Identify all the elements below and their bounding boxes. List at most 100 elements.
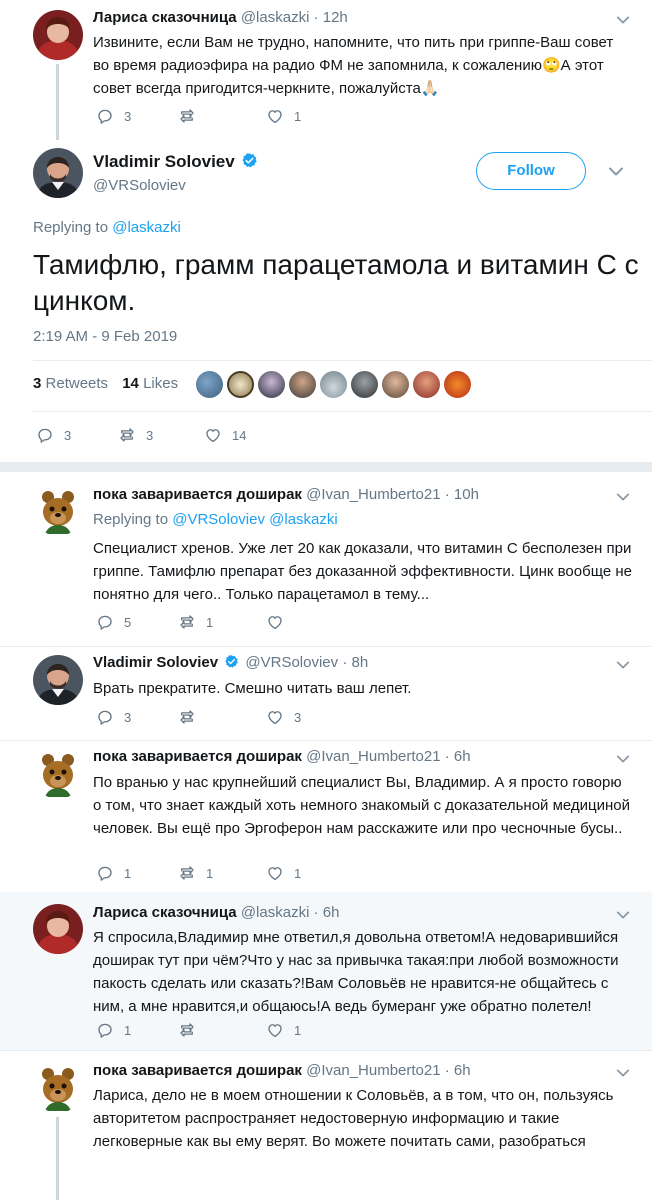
author-handle[interactable]: @Ivan_Humberto21 [306, 748, 440, 765]
separator-dot: · [444, 486, 450, 503]
author-name[interactable]: Лариса сказочница [93, 904, 237, 921]
reply-button[interactable]: 5 [96, 612, 131, 632]
avatar[interactable] [33, 486, 83, 536]
likes-stat-label: Likes [143, 375, 179, 392]
like-button[interactable]: 1 [266, 863, 301, 883]
reply-count: 5 [124, 614, 132, 630]
follow-button[interactable]: Follow [476, 152, 586, 190]
author-handle[interactable]: @Ivan_Humberto21 [306, 1062, 440, 1079]
reply-button[interactable]: 3 [96, 707, 131, 727]
like-count: 1 [294, 108, 302, 124]
tweet-header: пока заваривается доширак @Ivan_Humberto… [93, 1062, 471, 1079]
author-name[interactable]: Vladimir Soloviev [93, 654, 218, 671]
separator-dot: · [444, 748, 450, 765]
chevron-down-icon[interactable] [616, 492, 630, 502]
reply-button[interactable]: 3 [36, 425, 71, 445]
reply-tweet[interactable]: пока заваривается доширак @Ivan_Humberto… [0, 1051, 652, 1200]
like-icon [266, 708, 284, 726]
chevron-down-icon[interactable] [616, 660, 630, 670]
timestamp[interactable]: 10h [454, 486, 479, 503]
avatar[interactable] [33, 655, 83, 705]
replying-to-link[interactable]: @laskazki [112, 219, 181, 236]
reply-tweet-highlighted[interactable]: Лариса сказочница @laskazki · 6h Я спрос… [0, 892, 652, 1050]
avatar[interactable] [33, 749, 83, 799]
author-handle[interactable]: @VRSoloviev [245, 654, 338, 671]
reply-count: 1 [124, 865, 132, 881]
liker-avatar[interactable] [413, 371, 440, 398]
reply-count: 3 [124, 709, 132, 725]
reply-button[interactable]: 1 [96, 863, 131, 883]
author-name[interactable]: пока заваривается доширак [93, 486, 302, 503]
chevron-down-icon[interactable] [616, 15, 630, 25]
retweet-button[interactable] [178, 707, 206, 727]
replying-to: Replying to @VRSoloviev @laskazki [93, 511, 338, 528]
reply-button[interactable]: 3 [96, 106, 131, 126]
avatar[interactable] [33, 10, 83, 60]
tweet-header: пока заваривается доширак @Ivan_Humberto… [93, 748, 471, 765]
reply-button[interactable]: 1 [96, 1020, 131, 1040]
reply-count: 3 [64, 427, 72, 443]
liker-avatar[interactable] [196, 371, 223, 398]
author-handle[interactable]: @laskazki [241, 9, 310, 26]
liker-avatar[interactable] [351, 371, 378, 398]
retweet-button[interactable]: 1 [178, 612, 213, 632]
liker-avatar[interactable] [258, 371, 285, 398]
retweet-button[interactable]: 1 [178, 863, 213, 883]
retweet-icon [178, 1021, 196, 1039]
timestamp[interactable]: 8h [352, 654, 369, 671]
tweet-text: По вранью у нас крупнейший специалист Вы… [93, 774, 631, 837]
verified-badge-icon [224, 654, 239, 669]
timestamp[interactable]: 12h [323, 9, 348, 26]
like-button[interactable]: 14 [204, 425, 246, 445]
reply-icon [96, 1021, 114, 1039]
chevron-down-icon[interactable] [608, 166, 624, 177]
retweet-icon [178, 613, 196, 631]
like-button[interactable]: 1 [266, 1020, 301, 1040]
liker-avatar[interactable] [382, 371, 409, 398]
replying-to-prefix: Replying to [93, 511, 169, 528]
chevron-down-icon[interactable] [616, 1068, 630, 1078]
retweets-stat[interactable]: 3 Retweets [33, 375, 108, 392]
retweet-button[interactable] [178, 1020, 206, 1040]
reply-tweet[interactable]: пока заваривается доширак @Ivan_Humberto… [0, 472, 652, 646]
timestamp[interactable]: 2:19 AM - 9 Feb 2019 [33, 328, 177, 345]
author-name[interactable]: Лариса сказочница [93, 9, 237, 26]
reply-icon [96, 613, 114, 631]
author-name[interactable]: пока заваривается доширак [93, 748, 302, 765]
liker-avatar[interactable] [227, 371, 254, 398]
avatar[interactable] [33, 1063, 83, 1113]
reply-tweet[interactable]: пока заваривается доширак @Ivan_Humberto… [0, 741, 652, 891]
like-button[interactable]: 1 [266, 106, 301, 126]
author-handle[interactable]: @Ivan_Humberto21 [306, 486, 440, 503]
tweet-text: Специалист хренов. Уже лет 20 как доказа… [93, 540, 633, 603]
retweet-button[interactable] [178, 106, 206, 126]
retweet-button[interactable]: 3 [118, 425, 153, 445]
thread-line [56, 64, 59, 140]
like-button[interactable]: 3 [266, 707, 301, 727]
like-button[interactable] [266, 612, 294, 632]
retweet-icon [118, 426, 136, 444]
replying-to-link[interactable]: @VRSoloviev @laskazki [172, 511, 338, 528]
thread-line [56, 1117, 59, 1200]
author-handle[interactable]: @laskazki [241, 904, 310, 921]
reply-tweet[interactable]: Vladimir Soloviev @VRSoloviev · 8h Врать… [0, 647, 652, 740]
timestamp[interactable]: 6h [454, 748, 471, 765]
author-handle[interactable]: @VRSoloviev [93, 177, 186, 194]
tweet-larisa-question[interactable]: Лариса сказочница @laskazki · 12h Извини… [0, 0, 652, 140]
chevron-down-icon[interactable] [616, 910, 630, 920]
author-name[interactable]: Vladimir Soloviev [93, 152, 260, 172]
avatar[interactable] [33, 148, 83, 198]
liker-avatar[interactable] [444, 371, 471, 398]
retweet-count: 1 [206, 865, 214, 881]
likes-stat[interactable]: 14 Likes [122, 375, 178, 392]
liker-avatar[interactable] [320, 371, 347, 398]
reply-icon [96, 708, 114, 726]
liker-avatar[interactable] [289, 371, 316, 398]
author-name[interactable]: пока заваривается доширак [93, 1062, 302, 1079]
avatar[interactable] [33, 904, 83, 954]
timestamp[interactable]: 6h [323, 904, 340, 921]
like-icon [266, 107, 284, 125]
chevron-down-icon[interactable] [616, 754, 630, 764]
timestamp[interactable]: 6h [454, 1062, 471, 1079]
replying-to: Replying to @laskazki [33, 219, 181, 236]
